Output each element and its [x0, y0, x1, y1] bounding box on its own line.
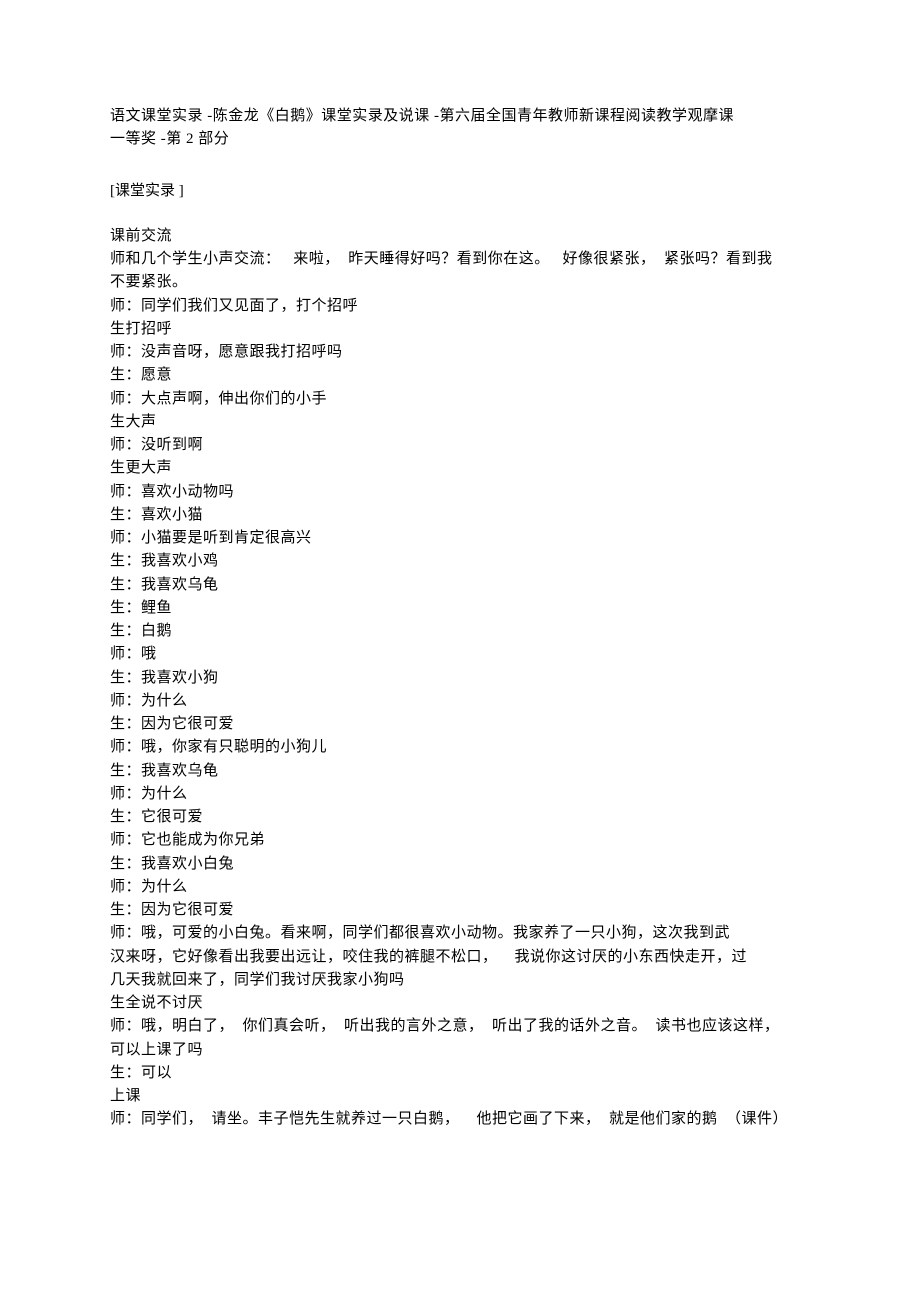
transcript-line: 不要紧张。 — [110, 271, 815, 294]
transcript-line: 生更大声 — [110, 457, 815, 480]
transcript-line: 生：它很可爱 — [110, 806, 815, 829]
transcript-line: 生：因为它很可爱 — [110, 713, 815, 736]
document-page: 语文课堂实录 -陈金龙《白鹅》课堂实录及说课 -第六届全国青年教师新课程阅读教学… — [0, 0, 920, 1303]
transcript-line: 几天我就回来了，同学们我讨厌我家小狗吗 — [110, 969, 815, 992]
transcript-line: 汉来呀，它好像看出我要出远让，咬住我的裤腿不松口， 我说你这讨厌的小东西快走开，… — [110, 946, 815, 969]
transcript-line: 师：喜欢小动物吗 — [110, 481, 815, 504]
transcript-line: 可以上课了吗 — [110, 1039, 815, 1062]
title-line-1: 语文课堂实录 -陈金龙《白鹅》课堂实录及说课 -第六届全国青年教师新课程阅读教学… — [110, 105, 815, 128]
transcript-line: 师：没声音呀，愿意跟我打招呼吗 — [110, 341, 815, 364]
transcript-line: 生：我喜欢小狗 — [110, 667, 815, 690]
transcript-line: 生全说不讨厌 — [110, 992, 815, 1015]
transcript-line: 生：鲤鱼 — [110, 597, 815, 620]
transcript-line: 生：我喜欢小鸡 — [110, 550, 815, 573]
transcript-line: 生打招呼 — [110, 318, 815, 341]
transcript-line: 师：哦，你家有只聪明的小狗儿 — [110, 736, 815, 759]
transcript-line: 生：可以 — [110, 1062, 815, 1085]
transcript-line: 生：我喜欢乌龟 — [110, 574, 815, 597]
transcript-line: 师：为什么 — [110, 876, 815, 899]
transcript-line: 师：哦 — [110, 643, 815, 666]
transcript-line: 课前交流 — [110, 225, 815, 248]
transcript-line: 生大声 — [110, 411, 815, 434]
transcript-line: 师：哦，明白了， 你们真会听， 听出我的言外之意， 听出了我的话外之音。 读书也… — [110, 1015, 815, 1038]
transcript-line: 生：因为它很可爱 — [110, 899, 815, 922]
transcript-line: 师：为什么 — [110, 690, 815, 713]
transcript-line: 师：同学们， 请坐。丰子恺先生就养过一只白鹅， 他把它画了下来， 就是他们家的鹅… — [110, 1108, 815, 1131]
transcript-line: 生：喜欢小猫 — [110, 504, 815, 527]
transcript-line: 生：我喜欢小白兔 — [110, 853, 815, 876]
transcript-line: 师：为什么 — [110, 783, 815, 806]
transcript-line: 师：没听到啊 — [110, 434, 815, 457]
transcript-line: 师：同学们我们又见面了，打个招呼 — [110, 295, 815, 318]
transcript-line: 生：白鹅 — [110, 620, 815, 643]
title-line-2: 一等奖 -第 2 部分 — [110, 128, 815, 151]
transcript-line: 师和几个学生小声交流： 来啦， 昨天睡得好吗？看到你在这。 好像很紧张， 紧张吗… — [110, 248, 815, 271]
transcript-line: 师：它也能成为你兄弟 — [110, 829, 815, 852]
transcript-line: 师：哦，可爱的小白兔。看来啊，同学们都很喜欢小动物。我家养了一只小狗，这次我到武 — [110, 922, 815, 945]
transcript-line: 师：大点声啊，伸出你们的小手 — [110, 388, 815, 411]
transcript-line: 生：我喜欢乌龟 — [110, 760, 815, 783]
transcript-line: 师：小猫要是听到肯定很高兴 — [110, 527, 815, 550]
transcript-line: 上课 — [110, 1085, 815, 1108]
transcript-line: 生：愿意 — [110, 364, 815, 387]
section-header: [课堂实录 ] — [110, 180, 815, 203]
transcript-body: 课前交流师和几个学生小声交流： 来啦， 昨天睡得好吗？看到你在这。 好像很紧张，… — [110, 225, 815, 1132]
